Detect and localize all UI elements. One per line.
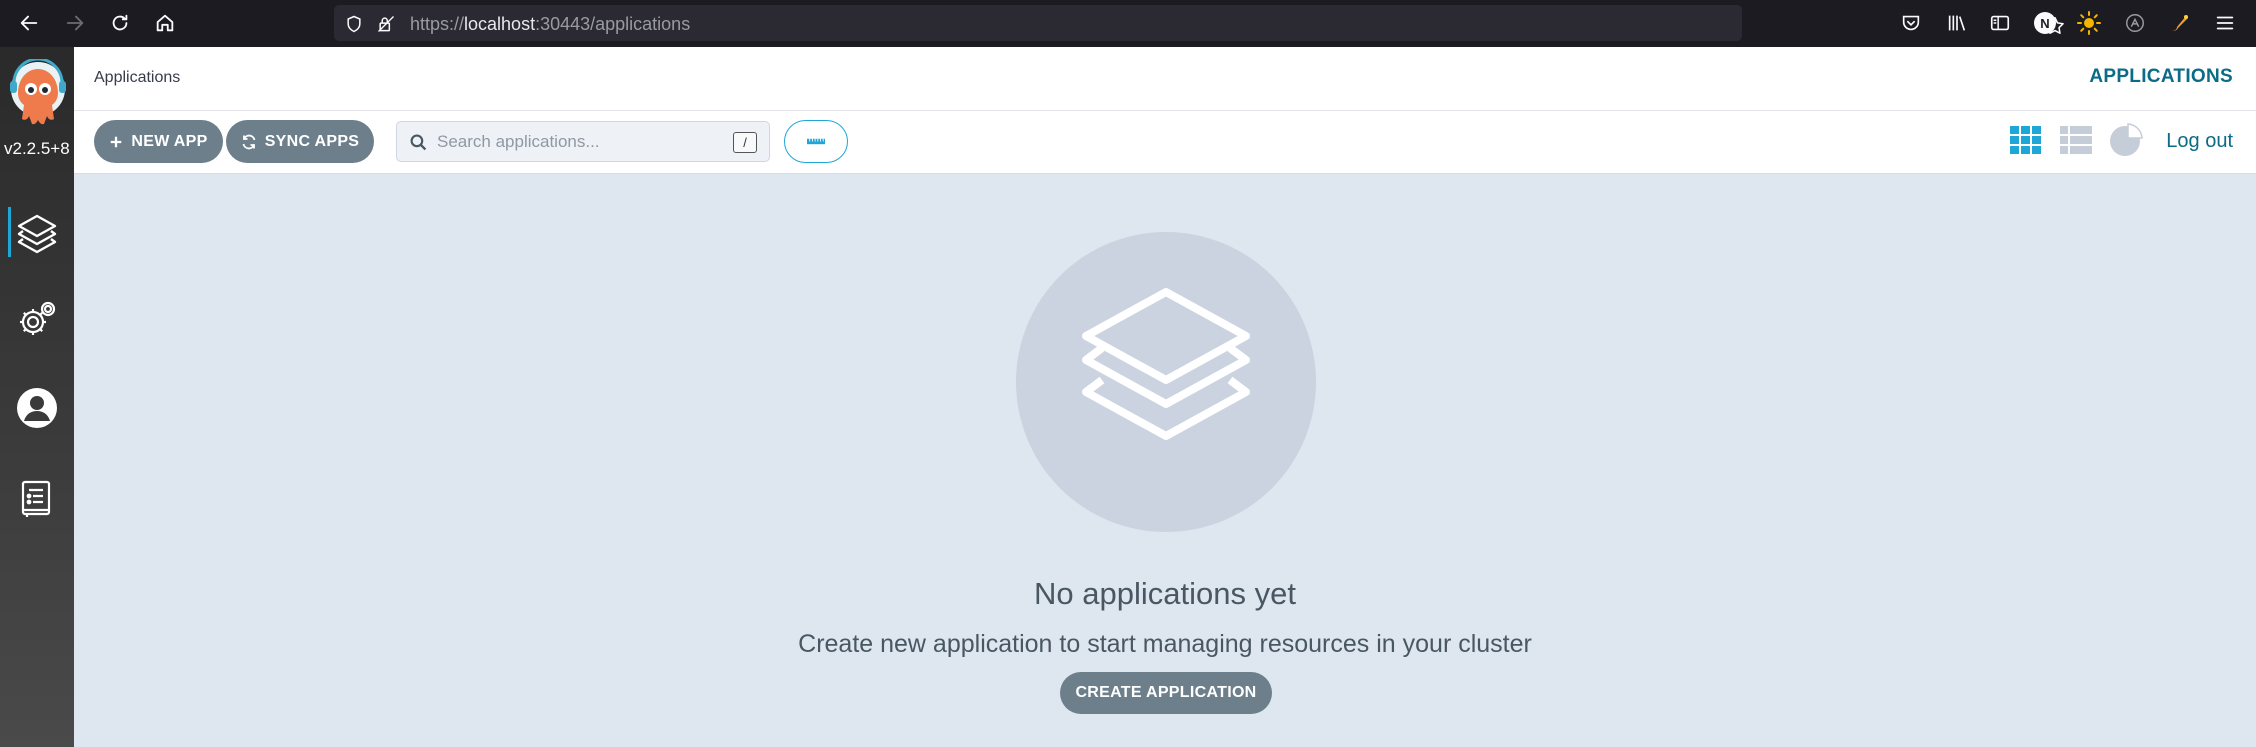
layers-icon: [1082, 288, 1250, 440]
extension-button[interactable]: [2123, 11, 2147, 35]
menu-button[interactable]: [2213, 11, 2237, 35]
home-icon: [156, 14, 174, 32]
sidebar-item-user-info[interactable]: [0, 373, 74, 443]
empty-state-illustration: [1016, 232, 1316, 532]
sidebar-item-settings[interactable]: [0, 285, 74, 355]
plus-icon: [111, 136, 122, 147]
sync-icon: [242, 134, 256, 149]
profile-avatar: N: [2034, 12, 2056, 34]
url-scheme: https://: [410, 14, 465, 34]
url-host: localhost: [464, 14, 536, 34]
library-icon: [1948, 15, 1966, 31]
sidebar-item-documentation[interactable]: [0, 464, 74, 534]
page-header: Applications APPLICATIONS: [74, 47, 2256, 111]
docs-icon: [21, 480, 51, 517]
layers-icon: [17, 214, 57, 254]
new-app-label: NEW APP: [131, 132, 208, 150]
summary-view-icon[interactable]: [2108, 122, 2144, 158]
reload-button[interactable]: [104, 7, 136, 39]
sidebar-toggle-button[interactable]: [1988, 11, 2012, 35]
url-text[interactable]: https://localhost:30443/applications: [410, 14, 690, 35]
filter-ruler-icon: [807, 138, 825, 145]
user-icon: [17, 388, 57, 428]
search-shortcut-key: /: [733, 132, 757, 153]
forward-button[interactable]: [59, 7, 91, 39]
extension-button-2[interactable]: [2168, 11, 2192, 35]
tiles-view-icon[interactable]: [2008, 122, 2044, 158]
sync-apps-label: SYNC APPS: [264, 132, 360, 150]
theme-extension-button[interactable]: [2077, 11, 2101, 35]
search-icon: [410, 134, 427, 151]
sidebar-icon: [1990, 15, 2010, 31]
sun-icon: [2077, 11, 2101, 35]
logout-link[interactable]: Log out: [2166, 130, 2233, 153]
empty-state-subtitle: Create new application to start managing…: [798, 630, 1532, 658]
breadcrumb-applications[interactable]: APPLICATIONS: [2089, 66, 2233, 88]
empty-state-title: No applications yet: [1034, 576, 1296, 611]
arrow-left-icon: [20, 15, 38, 31]
new-app-button[interactable]: NEW APP: [94, 120, 223, 163]
page-title: Applications: [94, 69, 181, 86]
search-input[interactable]: [437, 122, 717, 161]
pocket-icon: [1902, 15, 1920, 31]
applications-toolbar: NEW APP SYNC APPS / Log out: [74, 111, 2256, 174]
browser-toolbar: https://localhost:30443/applications N: [0, 0, 2256, 47]
url-bar[interactable]: https://localhost:30443/applications: [334, 5, 2064, 41]
reload-icon: [112, 14, 128, 31]
version-label: v2.2.5+8: [4, 139, 70, 158]
hamburger-icon: [2216, 16, 2234, 30]
home-button[interactable]: [149, 7, 181, 39]
gear-icon: [20, 301, 56, 335]
extension-icon: [2126, 14, 2144, 32]
back-button[interactable]: [13, 7, 45, 39]
sidebar-item-applications[interactable]: [0, 197, 74, 267]
lock-insecure-icon[interactable]: [376, 14, 396, 34]
shield-icon[interactable]: [344, 14, 364, 34]
argo-logo-icon[interactable]: [6, 59, 70, 137]
sync-apps-button[interactable]: SYNC APPS: [226, 120, 374, 163]
applications-content: No applications yet Create new applicati…: [74, 174, 2256, 747]
url-path: :30443/applications: [535, 14, 691, 34]
list-view-icon[interactable]: [2058, 122, 2094, 158]
arrow-right-icon: [66, 15, 84, 31]
library-button[interactable]: [1945, 11, 1969, 35]
create-application-button[interactable]: CREATE APPLICATION: [1060, 672, 1272, 714]
brush-icon: [2172, 15, 2188, 31]
profile-button[interactable]: N: [2033, 11, 2057, 35]
sidebar: v2.2.5+8: [0, 47, 74, 747]
search-box: /: [396, 121, 770, 162]
pocket-button[interactable]: [1899, 11, 1923, 35]
filter-button[interactable]: [784, 120, 848, 163]
